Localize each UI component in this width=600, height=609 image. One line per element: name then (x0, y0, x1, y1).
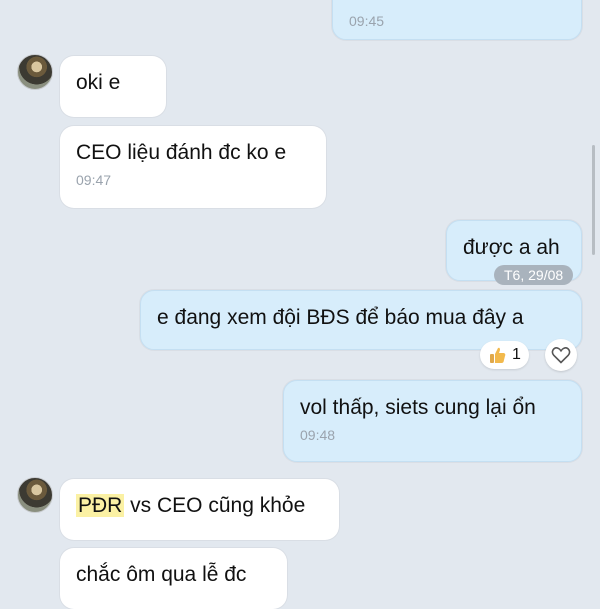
reaction-badge[interactable]: 1 (480, 341, 529, 369)
message-bubble-outgoing[interactable]: 09:45 (332, 0, 582, 40)
message-text: được a ah (463, 236, 560, 259)
react-button[interactable] (545, 339, 577, 371)
message-text: vs CEO cũng khỏe (124, 494, 306, 517)
date-separator: T6, 29/08 (494, 265, 574, 285)
heart-icon (551, 346, 571, 364)
highlighted-mention[interactable]: PĐR (76, 494, 125, 517)
message-text: vol thấp, siets cung lại ổn (300, 396, 536, 419)
message-time: 09:48 (300, 427, 336, 443)
sender-avatar[interactable] (17, 477, 53, 513)
scrollbar[interactable] (592, 145, 595, 255)
message-bubble-incoming[interactable]: PĐR vs CEO cũng khỏe (60, 479, 339, 540)
message-time: 09:45 (349, 13, 385, 29)
message-time: 09:47 (76, 172, 112, 188)
message-bubble-incoming[interactable]: oki e (60, 56, 166, 117)
message-text: e đang xem đội BĐS để báo mua đây a (157, 306, 524, 329)
message-bubble-incoming[interactable]: CEO liệu đánh đc ko e 09:47 (60, 126, 326, 208)
message-text: chắc ôm qua lễ đc (76, 563, 247, 586)
message-bubble-outgoing[interactable]: vol thấp, siets cung lại ổn 09:48 (283, 380, 582, 462)
thumbs-up-icon (488, 345, 508, 365)
sender-avatar[interactable] (17, 54, 53, 90)
message-text: oki e (76, 71, 121, 94)
message-text: CEO liệu đánh đc ko e (76, 141, 287, 164)
reaction-count: 1 (512, 346, 521, 363)
